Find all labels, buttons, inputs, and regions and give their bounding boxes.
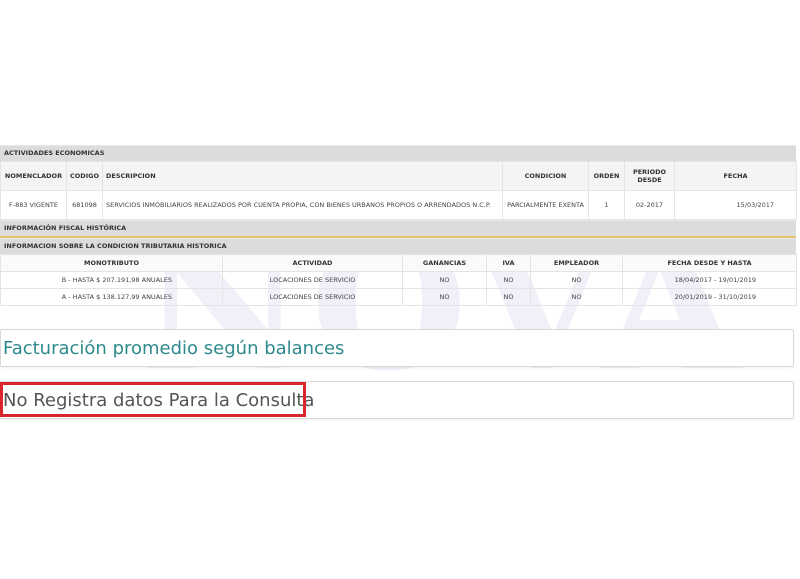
table-row: F-883 VIGENTE 681098 SERVICIOS INMOBILIA… [0, 190, 797, 220]
table-header-row: NOMENCLADOR CODIGO DESCRIPCION CONDICION… [0, 161, 797, 191]
col-periodo-desde: PERIODO DESDE [624, 161, 675, 191]
cell-empleador: NO [530, 288, 623, 306]
cell-ganancias: NO [402, 288, 487, 306]
cell-actividad: LOCACIONES DE SERVICIO [222, 271, 403, 289]
cell-monotributo: A - HASTA $ 138.127,99 ANUALES [0, 288, 223, 306]
col-fecha-desde-hasta: FECHA DESDE Y HASTA [622, 254, 797, 272]
col-condicion: CONDICION [502, 161, 589, 191]
condicion-tributaria-table: MONOTRIBUTO ACTIVIDAD GANANCIAS IVA EMPL… [0, 254, 797, 306]
section-condicion-tributaria: INFORMACION SOBRE LA CONDICION TRIBUTARI… [0, 238, 796, 254]
col-fecha: FECHA [674, 161, 797, 191]
col-nomenclador: NOMENCLADOR [0, 161, 67, 191]
highlight-box [0, 382, 306, 417]
report-panel: ACTIVIDADES ECONOMICAS NOMENCLADOR CODIG… [0, 145, 797, 306]
cell-periodo-desde: 02-2017 [624, 190, 675, 220]
facturacion-panel: Facturación promedio según balances [0, 329, 794, 367]
facturacion-title: Facturación promedio según balances [3, 338, 345, 359]
cell-monotributo: B - HASTA $ 207.191,98 ANUALES [0, 271, 223, 289]
col-orden: ORDEN [588, 161, 625, 191]
col-iva: IVA [486, 254, 531, 272]
cell-fecha-desde-hasta: 18/04/2017 - 19/01/2019 [622, 271, 797, 289]
cell-condicion: PARCIALMENTE EXENTA [502, 190, 589, 220]
cell-fecha-desde-hasta: 20/01/2019 - 31/10/2019 [622, 288, 797, 306]
cell-nomenclador: F-883 VIGENTE [0, 190, 67, 220]
cell-actividad: LOCACIONES DE SERVICIO [222, 288, 403, 306]
cell-iva: NO [486, 288, 531, 306]
col-codigo: CODIGO [66, 161, 103, 191]
table-header-row: MONOTRIBUTO ACTIVIDAD GANANCIAS IVA EMPL… [0, 254, 797, 272]
section-info-fiscal-historica: INFORMACIÓN FISCAL HISTÓRICA [0, 220, 796, 238]
actividades-table: NOMENCLADOR CODIGO DESCRIPCION CONDICION… [0, 161, 797, 220]
section-actividades-economicas: ACTIVIDADES ECONOMICAS [0, 145, 796, 161]
col-ganancias: GANANCIAS [402, 254, 487, 272]
col-descripcion: DESCRIPCION [102, 161, 503, 191]
table-row: B - HASTA $ 207.191,98 ANUALES LOCACIONE… [0, 271, 797, 289]
cell-codigo: 681098 [66, 190, 103, 220]
cell-ganancias: NO [402, 271, 487, 289]
cell-fecha: 15/03/2017 [674, 190, 797, 220]
cell-orden: 1 [588, 190, 625, 220]
col-empleador: EMPLEADOR [530, 254, 623, 272]
col-monotributo: MONOTRIBUTO [0, 254, 223, 272]
cell-empleador: NO [530, 271, 623, 289]
col-actividad: ACTIVIDAD [222, 254, 403, 272]
table-row: A - HASTA $ 138.127,99 ANUALES LOCACIONE… [0, 288, 797, 306]
cell-iva: NO [486, 271, 531, 289]
cell-descripcion: SERVICIOS INMOBILIARIOS REALIZADOS POR C… [102, 190, 503, 220]
